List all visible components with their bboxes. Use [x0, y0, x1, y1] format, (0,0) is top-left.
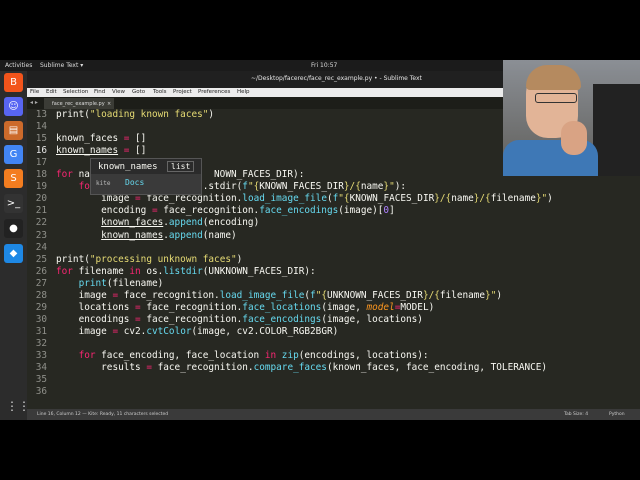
line-number: 17 — [35, 157, 47, 169]
code-line[interactable]: print("processing unknown faces") — [56, 254, 242, 265]
presenter-hair — [526, 65, 581, 90]
close-icon[interactable]: × — [107, 101, 111, 107]
menu-tools[interactable]: Tools — [153, 89, 167, 95]
sublime-text-icon[interactable]: S — [4, 169, 23, 188]
menu-project[interactable]: Project — [173, 89, 192, 95]
line-number: 28 — [35, 289, 47, 301]
dock: ⋮⋮⋮ B ☺ ▤ G S >_ ● ◆ — [0, 71, 42, 420]
menu-preferences[interactable]: Preferences — [198, 89, 230, 95]
line-number: 34 — [35, 362, 47, 374]
line-number: 36 — [35, 386, 47, 398]
line-number: 23 — [35, 229, 47, 241]
brave-browser-icon[interactable]: B — [4, 73, 23, 92]
obs-icon[interactable]: ● — [4, 219, 23, 238]
discord-icon[interactable]: ☺ — [4, 97, 23, 116]
line-number: 29 — [35, 301, 47, 313]
line-number: 25 — [35, 253, 47, 265]
code-line[interactable]: results = face_recognition.compare_faces… — [56, 362, 547, 373]
code-line[interactable]: known_faces = [] — [56, 133, 146, 144]
line-number: 27 — [35, 277, 47, 289]
line-number: 31 — [35, 325, 47, 337]
kite-source-label: kite — [96, 180, 111, 187]
autocomplete-item[interactable]: known_names list — [91, 159, 201, 174]
code-line[interactable]: image = face_recognition.load_image_file… — [56, 290, 502, 301]
chrome-icon[interactable]: G — [4, 145, 23, 164]
code-line[interactable]: print(filename) — [56, 278, 164, 289]
code-line[interactable]: known_names.append(name) — [56, 230, 237, 241]
code-line[interactable]: encoding = face_recognition.face_encodin… — [56, 205, 395, 216]
menu-file[interactable]: File — [30, 89, 39, 95]
line-number: 21 — [35, 205, 47, 217]
clock[interactable]: Fri 10:57 — [311, 62, 337, 69]
presenter-hand — [561, 121, 587, 155]
menu-edit[interactable]: Edit — [46, 89, 57, 95]
tab-nav-arrows[interactable]: ◂ ▸ — [30, 99, 38, 106]
completion-kind-badge: list — [167, 161, 195, 172]
status-text: Line 16, Column 12 — Kite: Ready, 11 cha… — [37, 412, 169, 417]
kite-icon[interactable]: ◆ — [4, 244, 23, 263]
line-number: 14 — [35, 121, 47, 133]
completion-name: known_names — [98, 162, 158, 172]
line-number: 19 — [35, 181, 47, 193]
tab-face-rec-example[interactable]: face_rec_example.py × — [44, 98, 114, 109]
menu-selection[interactable]: Selection — [63, 89, 88, 95]
menu-find[interactable]: Find — [94, 89, 105, 95]
show-applications-icon[interactable]: ⋮⋮⋮ — [6, 399, 42, 413]
window-title: ~/Desktop/facerec/face_rec_example.py • … — [251, 75, 422, 82]
docs-link[interactable]: Docs — [125, 178, 144, 187]
activities-button[interactable]: Activities — [5, 62, 32, 69]
code-line[interactable]: image = cv2.cvtColor(image, cv2.COLOR_RG… — [56, 326, 339, 337]
line-number: 15 — [35, 133, 47, 145]
code-line[interactable]: known_names = [] — [56, 145, 146, 156]
line-number: 13 — [35, 109, 47, 120]
webcam-overlay — [503, 60, 640, 176]
line-number: 33 — [35, 350, 47, 361]
line-number: 18 — [35, 169, 47, 181]
menu-view[interactable]: View — [112, 89, 125, 95]
line-number: 32 — [35, 337, 47, 349]
line-number: 24 — [35, 241, 47, 253]
status-bar: Line 16, Column 12 — Kite: Ready, 11 cha… — [27, 409, 640, 420]
terminal-icon[interactable]: >_ — [4, 194, 23, 213]
code-line[interactable]: encodings = face_recognition.face_encodi… — [56, 314, 423, 325]
line-number: 20 — [35, 193, 47, 205]
background-shelf — [593, 84, 640, 176]
app-menu[interactable]: Sublime Text ▾ — [40, 62, 83, 69]
line-number: 22 — [35, 217, 47, 229]
code-line[interactable]: print("loading known faces") — [56, 109, 214, 120]
files-icon[interactable]: ▤ — [4, 121, 23, 140]
code-line[interactable]: locations = face_recognition.face_locati… — [56, 302, 435, 313]
line-number: 26 — [35, 265, 47, 277]
line-number: 16 — [35, 145, 47, 157]
line-number: 35 — [35, 374, 47, 386]
code-line[interactable]: for filename in os.listdir(UNKNOWN_FACES… — [56, 266, 316, 277]
line-number: 30 — [35, 313, 47, 325]
autocomplete-popup: known_names list kite Docs — [90, 158, 202, 195]
tab-label: face_rec_example.py — [52, 101, 105, 107]
syntax-selector[interactable]: Python — [609, 412, 625, 417]
menu-goto[interactable]: Goto — [132, 89, 145, 95]
code-line[interactable]: for face_encoding, face_location in zip(… — [56, 350, 429, 361]
code-line[interactable]: known_faces.append(encoding) — [56, 217, 259, 228]
tab-size-selector[interactable]: Tab Size: 4 — [564, 412, 588, 417]
presenter-glasses — [535, 93, 577, 103]
menu-help[interactable]: Help — [237, 89, 250, 95]
